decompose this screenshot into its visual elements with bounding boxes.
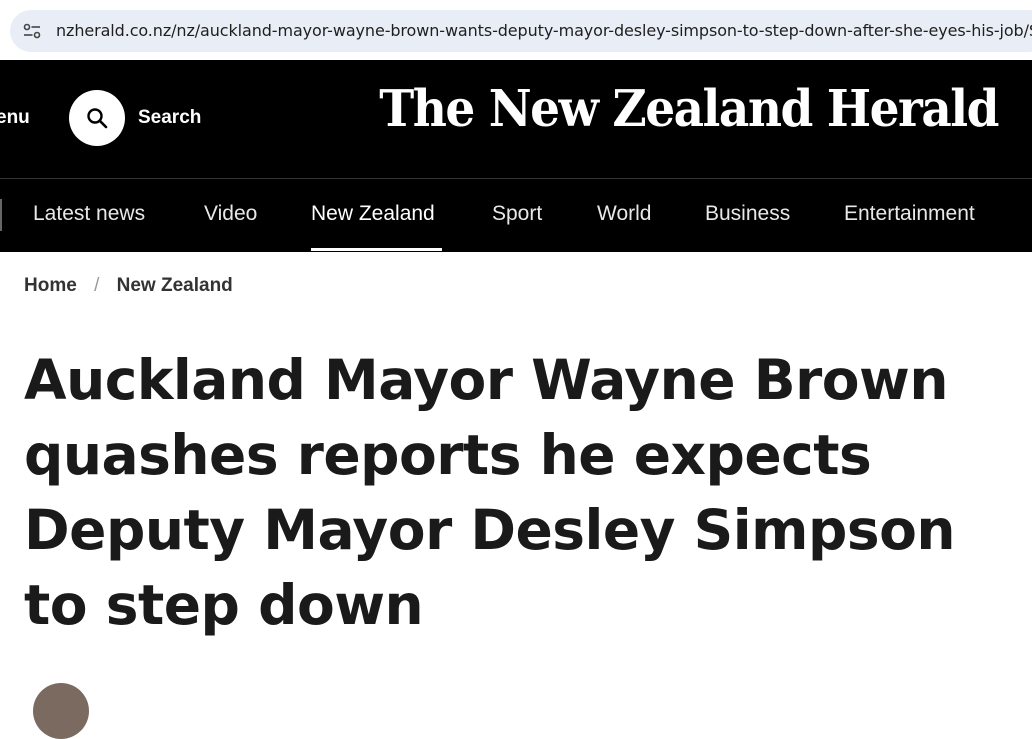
site-info-icon[interactable]: [22, 21, 42, 41]
main-nav: Latest news Video New Zealand Sport Worl…: [0, 178, 1032, 252]
article-headline: Auckland Mayor Wayne Brown quashes repor…: [24, 348, 956, 637]
author-avatar: [33, 683, 89, 739]
nav-item-business[interactable]: Business: [705, 202, 790, 226]
breadcrumb: Home / New Zealand: [24, 275, 233, 297]
breadcrumb-separator: /: [94, 275, 100, 296]
menu-button[interactable]: enu: [0, 107, 30, 129]
search-icon: [87, 108, 108, 129]
breadcrumb-home[interactable]: Home: [24, 275, 77, 296]
nav-item-entertainment[interactable]: Entertainment: [844, 202, 975, 226]
nav-divider: [0, 199, 2, 231]
site-header: enu Search The New Zealand Herald: [0, 60, 1032, 178]
search-label[interactable]: Search: [138, 107, 201, 129]
nav-item-video[interactable]: Video: [204, 202, 257, 226]
url-text[interactable]: nzherald.co.nz/nz/auckland-mayor-wayne-b…: [56, 21, 1032, 40]
active-nav-indicator: [311, 248, 442, 251]
nav-item-sport[interactable]: Sport: [492, 202, 542, 226]
url-field[interactable]: nzherald.co.nz/nz/auckland-mayor-wayne-b…: [10, 10, 1032, 52]
nav-item-world[interactable]: World: [597, 202, 651, 226]
site-logo[interactable]: The New Zealand Herald: [379, 84, 999, 135]
nav-item-new-zealand[interactable]: New Zealand: [311, 202, 435, 226]
breadcrumb-section[interactable]: New Zealand: [117, 275, 233, 296]
nav-item-latest-news[interactable]: Latest news: [33, 202, 145, 226]
browser-address-bar: nzherald.co.nz/nz/auckland-mayor-wayne-b…: [0, 0, 1032, 60]
search-button[interactable]: [69, 90, 125, 146]
